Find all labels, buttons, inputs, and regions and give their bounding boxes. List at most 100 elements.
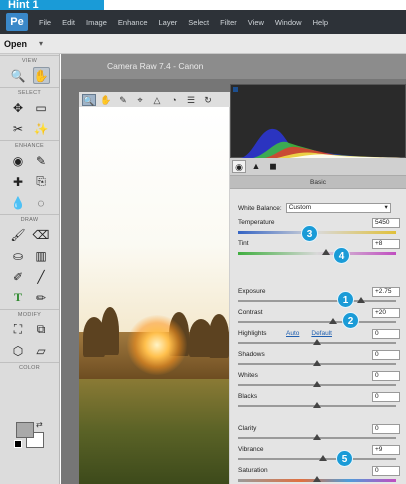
crop-tool-icon[interactable]: ⛶ [10, 321, 27, 338]
move-tool-icon[interactable]: ✥ [10, 99, 27, 116]
menu-window[interactable]: Window [275, 18, 302, 27]
callout-badge-3: 3 [301, 225, 318, 242]
preview-tree [209, 314, 229, 358]
cr-preferences-icon[interactable]: ☰ [184, 94, 198, 106]
menu-enhance[interactable]: Enhance [118, 18, 148, 27]
magic-wand-tool-icon[interactable]: ✨ [33, 120, 50, 137]
blacks-slider-thumb[interactable] [313, 402, 321, 408]
blacks-slider-row: Blacks 0 [238, 392, 404, 412]
shape-tool-icon[interactable]: ⬡ [10, 342, 27, 359]
menu-layer[interactable]: Layer [159, 18, 178, 27]
line-tool-icon[interactable]: ╱ [33, 268, 50, 285]
clarity-slider-thumb[interactable] [313, 434, 321, 440]
swap-colors-icon[interactable]: ⇄ [36, 420, 43, 429]
menu-image[interactable]: Image [86, 18, 107, 27]
vibrance-slider-track[interactable] [238, 458, 396, 460]
exposure-value-field[interactable]: +2.75 [372, 287, 400, 297]
cr-white-balance-icon[interactable]: ✎ [116, 94, 130, 106]
highlights-slider-row: Highlights 0 [238, 329, 404, 349]
cr-zoom-icon[interactable]: 🔍 [82, 93, 96, 106]
open-button[interactable]: Open [4, 39, 27, 49]
blacks-value-field[interactable]: 0 [372, 392, 400, 402]
hint-tab: Hint 1 [0, 0, 104, 10]
vibrance-slider-thumb[interactable] [319, 455, 328, 461]
recompose-tool-icon[interactable]: ⧉ [33, 321, 50, 338]
marquee-tool-icon[interactable]: ▭ [33, 99, 50, 116]
temperature-label: Temperature [238, 219, 275, 226]
reset-colors-icon[interactable] [14, 440, 22, 448]
menu-bar: Pe File Edit Image Enhance Layer Select … [0, 10, 406, 34]
blur-tool-icon[interactable]: ◌ [33, 194, 50, 211]
cr-rotate-icon[interactable]: ↻ [201, 94, 215, 106]
type-tool-icon[interactable]: T [10, 289, 27, 306]
cr-straighten-icon[interactable]: △ [150, 94, 164, 106]
smart-brush-tool-icon[interactable]: ✎ [33, 152, 50, 169]
highlights-value-field[interactable]: 0 [372, 329, 400, 339]
panel-name: Basic [230, 176, 406, 189]
open-bar: Open ▾ [0, 34, 406, 54]
white-balance-select[interactable]: Custom ▾ [285, 203, 391, 213]
menu-help[interactable]: Help [313, 18, 328, 27]
spot-heal-tool-icon[interactable]: ✚ [10, 173, 27, 190]
pencil-tool-icon[interactable]: ✏ [33, 289, 50, 306]
contrast-slider-thumb[interactable] [328, 318, 337, 324]
cr-crop-icon[interactable]: ⌖ [133, 94, 147, 106]
color-swatches[interactable]: ⇄ [14, 420, 46, 450]
cr-red-eye-icon[interactable]: ◔ [167, 94, 181, 106]
menu-filter[interactable]: Filter [220, 18, 237, 27]
eraser-tool-icon[interactable]: ⌫ [33, 226, 50, 243]
tint-slider-track[interactable] [238, 252, 396, 255]
gradient-tool-icon[interactable]: ▥ [33, 247, 50, 264]
image-preview[interactable] [79, 107, 229, 484]
basic-tab-icon[interactable]: ◉ [232, 160, 246, 173]
sponge-tool-icon[interactable]: 💧 [10, 194, 27, 211]
exposure-slider-track[interactable] [238, 300, 396, 302]
open-dropdown-icon[interactable]: ▾ [39, 39, 43, 48]
paint-bucket-tool-icon[interactable]: ⛀ [10, 247, 27, 264]
panel-tabs: ◉ ▲ ◼ [230, 158, 406, 176]
menu-select[interactable]: Select [188, 18, 209, 27]
camera-calibration-tab-icon[interactable]: ◼ [266, 160, 280, 173]
shadows-value-field[interactable]: 0 [372, 350, 400, 360]
whites-value-field[interactable]: 0 [372, 371, 400, 381]
clarity-label: Clarity [238, 425, 257, 432]
foreground-color-swatch[interactable] [16, 422, 34, 438]
red-eye-tool-icon[interactable]: ◉ [10, 152, 27, 169]
hand-tool-icon[interactable]: ✋ [32, 67, 50, 84]
tint-value-field[interactable]: +8 [372, 239, 400, 249]
menu-view[interactable]: View [248, 18, 264, 27]
vibrance-label: Vibrance [238, 446, 264, 453]
lasso-tool-icon[interactable]: ✂ [10, 120, 27, 137]
cr-hand-icon[interactable]: ✋ [99, 94, 113, 106]
eyedropper-tool-icon[interactable]: ✐ [10, 268, 27, 285]
saturation-slider-thumb[interactable] [313, 476, 321, 482]
detail-tab-icon[interactable]: ▲ [249, 160, 263, 173]
highlights-slider-thumb[interactable] [313, 339, 321, 345]
section-select: SELECT [0, 87, 59, 97]
contrast-value-field[interactable]: +20 [372, 308, 400, 318]
menu-file[interactable]: File [39, 18, 51, 27]
tint-slider-thumb[interactable] [322, 249, 331, 255]
temperature-value-field[interactable]: 5450 [372, 218, 400, 228]
vibrance-value-field[interactable]: +9 [372, 445, 400, 455]
shadows-slider-thumb[interactable] [313, 360, 321, 366]
tool-panel: VIEW 🔍 ✋ SELECT ✥ ▭ ✂ ✨ ENHANCE ◉ ✎ ✚ ⎘ … [0, 54, 60, 484]
saturation-value-field[interactable]: 0 [372, 466, 400, 476]
exposure-slider-thumb[interactable] [357, 297, 366, 303]
whites-slider-thumb[interactable] [313, 381, 321, 387]
callout-badge-5: 5 [336, 450, 353, 467]
white-balance-value: Custom [288, 204, 312, 211]
menu-edit[interactable]: Edit [62, 18, 75, 27]
camera-raw-title: Camera Raw 7.4 - Canon [61, 54, 406, 79]
straighten-tool-icon[interactable]: ⏥ [33, 342, 50, 359]
histogram-graph [241, 128, 401, 158]
shadow-clipping-indicator[interactable] [233, 87, 238, 92]
zoom-tool-icon[interactable]: 🔍 [10, 67, 27, 84]
contrast-slider-track[interactable] [238, 321, 396, 323]
brush-tool-icon[interactable]: 🖌 [10, 226, 27, 243]
clone-stamp-tool-icon[interactable]: ⎘ [33, 173, 50, 190]
app-logo: Pe [6, 13, 28, 31]
camera-raw-toolbar: 🔍 ✋ ✎ ⌖ △ ◔ ☰ ↻ [79, 92, 237, 107]
clarity-value-field[interactable]: 0 [372, 424, 400, 434]
preview-tree [101, 307, 119, 355]
